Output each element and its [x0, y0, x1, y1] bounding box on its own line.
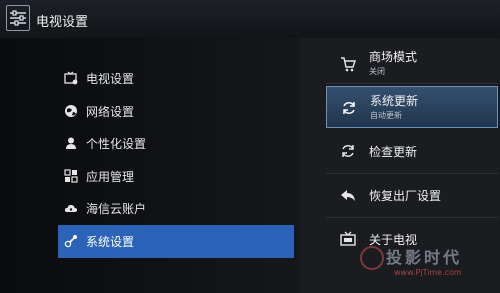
option-status: 关闭 — [369, 67, 385, 76]
page-title: 电视设置 — [36, 15, 89, 30]
cloud-icon — [64, 205, 78, 213]
watermark: 投影时代 www.PjTime.com — [356, 242, 496, 290]
watermark-url: www.PjTime.com — [394, 268, 462, 277]
menu-item-system-settings[interactable]: 系统设置 — [58, 224, 294, 258]
menu-item-label: 应用管理 — [86, 169, 135, 184]
globe-icon — [65, 104, 77, 117]
person-icon — [66, 137, 76, 150]
option-system-update[interactable]: 系统更新 自动更新 — [326, 86, 498, 128]
option-title: 检查更新 — [369, 145, 418, 159]
divider — [326, 83, 498, 84]
top-bar: 电视设置 — [0, 0, 500, 39]
apps-icon — [64, 169, 78, 183]
watermark-text: 投影时代 — [386, 248, 463, 267]
refresh-icon — [342, 145, 354, 157]
option-store-mode[interactable]: 商场模式 关闭 — [326, 43, 498, 85]
menu-item-cloud-account[interactable]: 海信云账户 — [58, 192, 294, 225]
menu-item-tv-settings[interactable]: 电视设置 — [58, 62, 294, 95]
wrench-icon — [64, 234, 77, 248]
option-title: 恢复出厂设置 — [369, 189, 442, 203]
menu-item-personalization[interactable]: 个性化设置 — [58, 127, 294, 160]
menu-item-label: 系统设置 — [86, 234, 135, 249]
menu-item-app-management[interactable]: 应用管理 — [58, 160, 294, 193]
menu-item-label: 个性化设置 — [86, 137, 147, 152]
menu-item-label: 海信云账户 — [86, 202, 147, 217]
option-status: 自动更新 — [370, 111, 402, 120]
settings-menu: 电视设置 网络设置 个性化设置 应用管理 海信云账户 系统设置 — [58, 62, 294, 258]
refresh-icon — [343, 102, 355, 114]
option-check-update[interactable]: 检查更新 — [326, 130, 498, 172]
option-title: 商场模式 — [369, 50, 418, 64]
menu-item-network[interactable]: 网络设置 — [58, 95, 294, 128]
settings-menu-panel: 电视设置 网络设置 个性化设置 应用管理 海信云账户 系统设置 — [0, 38, 300, 293]
settings-sliders-icon — [6, 5, 30, 31]
menu-item-label: 网络设置 — [86, 104, 135, 119]
watermark-logo-icon — [360, 246, 384, 270]
tv-icon — [340, 231, 356, 246]
cart-icon — [341, 57, 356, 72]
option-title: 系统更新 — [370, 94, 419, 108]
option-factory-reset[interactable]: 恢复出厂设置 — [326, 174, 498, 216]
tv-settings-icon — [64, 71, 78, 85]
back-arrow-icon — [341, 190, 355, 201]
menu-item-label: 电视设置 — [86, 72, 135, 86]
